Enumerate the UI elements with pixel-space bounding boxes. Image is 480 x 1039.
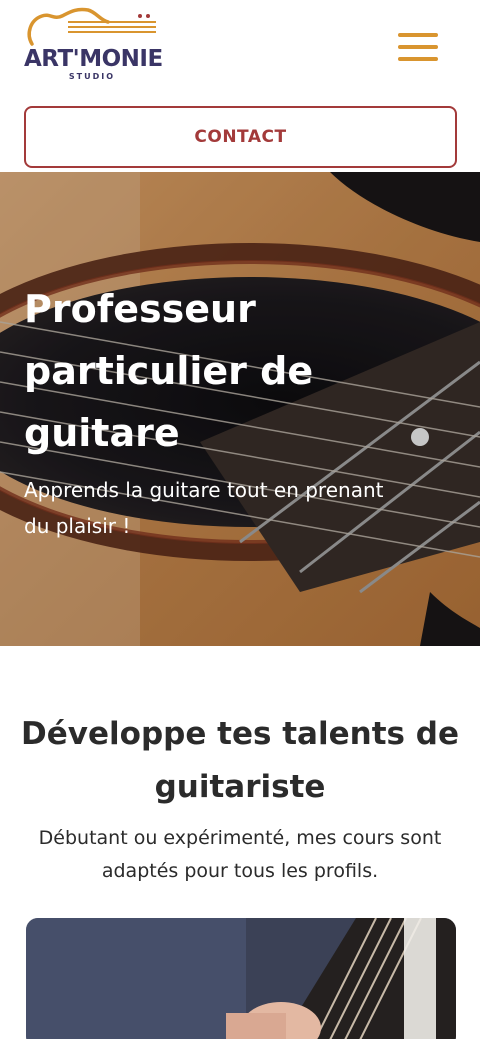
hero-subtitle: Apprends la guitare tout en prenant du p…	[24, 478, 384, 538]
section-description: Débutant ou expérimenté, mes cours sont …	[38, 827, 442, 882]
section-title: Développe tes talents de guitariste	[21, 716, 459, 805]
contact-button[interactable]: CONTACT	[24, 106, 457, 168]
hero-title: Professeur particulier de guitare	[24, 287, 314, 455]
site-header: ART'MONIE STUDIO	[0, 0, 480, 100]
guitar-logo-icon	[27, 7, 156, 46]
artmonie-logo[interactable]: ART'MONIE STUDIO	[24, 6, 163, 86]
guitar-playing-photo	[26, 918, 456, 1039]
hamburger-menu-icon[interactable]	[398, 33, 438, 63]
logo-brand-text: ART'MONIE	[24, 46, 163, 72]
logo-subtitle: STUDIO	[68, 72, 116, 81]
guitar-hand-image	[26, 918, 456, 1039]
